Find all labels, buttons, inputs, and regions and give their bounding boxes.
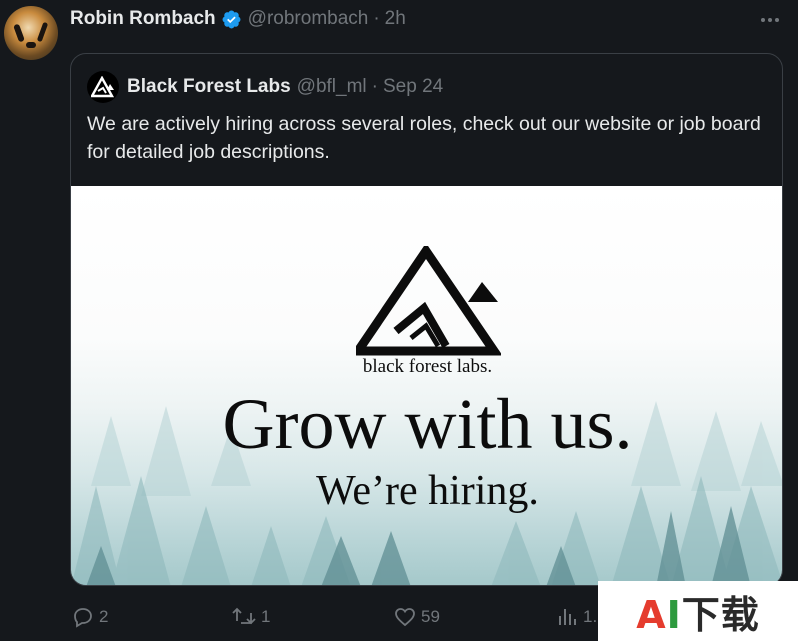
tweet-time[interactable]: 2h: [385, 8, 406, 30]
author-avatar[interactable]: [4, 6, 58, 60]
watermark-letter-a: A: [636, 592, 667, 637]
reply-count: 2: [99, 607, 109, 626]
more-options-icon[interactable]: [758, 8, 782, 32]
views-button[interactable]: 1.: [555, 603, 597, 631]
views-chart-icon: [559, 609, 576, 625]
views-count: 1.: [583, 607, 598, 626]
quoted-media-image[interactable]: black forest labs. Grow with us. We’re h…: [71, 186, 782, 585]
quoted-header: Black Forest Labs @bfl_ml · Sep 24: [87, 71, 443, 103]
media-subline: We’re hiring.: [316, 468, 539, 514]
watermark-letter-i: I: [666, 592, 682, 637]
quoted-date[interactable]: Sep 24: [383, 76, 443, 98]
quoted-text: We are actively hiring across several ro…: [87, 113, 761, 163]
author-handle[interactable]: @robrombach: [248, 8, 369, 30]
quoted-separator-dot: ·: [371, 76, 378, 97]
reply-button[interactable]: 2: [71, 603, 108, 631]
media-headline: Grow with us.: [222, 384, 633, 464]
repost-button[interactable]: 1: [231, 603, 270, 631]
verified-badge-icon: [221, 9, 242, 30]
quoted-tweet[interactable]: Black Forest Labs @bfl_ml · Sep 24 We ar…: [70, 53, 783, 586]
quoted-avatar[interactable]: [87, 71, 119, 103]
watermark-text: 下载: [681, 592, 760, 637]
repost-icon: [232, 607, 256, 625]
media-brand-text: black forest labs.: [362, 356, 493, 377]
like-count: 59: [421, 607, 440, 626]
bfl-logo-icon: [356, 246, 501, 356]
watermark-logo: AI下载: [598, 581, 798, 641]
heart-icon: [395, 608, 415, 627]
tweet-header: Robin Rombach @robrombach · 2h: [70, 7, 406, 31]
separator-dot: ·: [373, 8, 380, 29]
repost-count: 1: [261, 607, 271, 626]
like-button[interactable]: 59: [393, 603, 440, 631]
author-name[interactable]: Robin Rombach: [70, 8, 216, 30]
quoted-author-handle[interactable]: @bfl_ml: [297, 76, 367, 98]
quoted-author-name[interactable]: Black Forest Labs: [127, 76, 291, 98]
reply-icon: [74, 608, 92, 628]
